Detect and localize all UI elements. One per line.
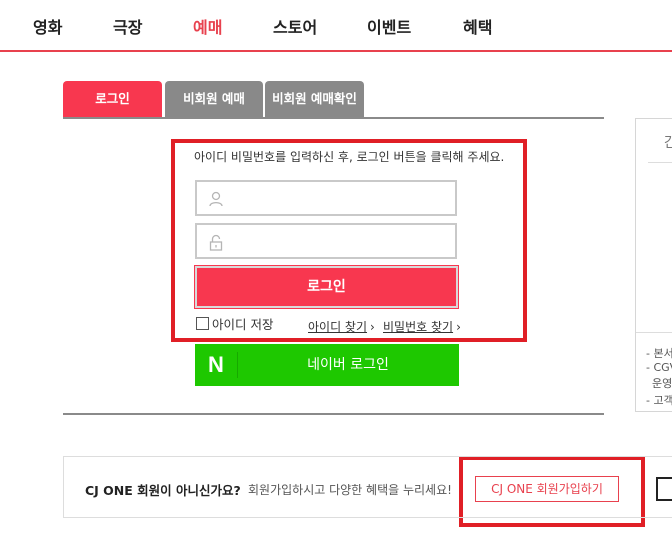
side-panel-inner-divider	[636, 332, 672, 333]
chevron-right-icon: ›	[456, 320, 461, 334]
naver-login-label: 네이버 로그인	[307, 357, 389, 373]
tab-nonmember-booking[interactable]: 비회원 예매	[165, 81, 263, 117]
cjone-description: 회원가입하시고 다양한 혜택을 누리세요!	[248, 483, 452, 497]
id-field[interactable]	[195, 180, 457, 216]
tab-divider	[63, 117, 604, 119]
nav-theater[interactable]: 극장	[113, 14, 142, 38]
nav-benefits[interactable]: 혜택	[463, 14, 492, 38]
side-panel-item: - 고객	[646, 394, 672, 407]
id-input[interactable]	[231, 188, 445, 210]
side-panel-item: 운영	[652, 377, 672, 390]
section-divider	[63, 413, 604, 415]
side-panel-item: - CGV	[646, 361, 672, 374]
login-instruction: 아이디 비밀번호를 입력하신 후, 로그인 버튼을 클릭해 주세요.	[194, 150, 505, 164]
remember-id-checkbox[interactable]	[196, 317, 209, 330]
find-id-link[interactable]: 아이디 찾기 ›	[308, 318, 375, 335]
tab-nonmember-check[interactable]: 비회원 예매확인	[265, 81, 364, 117]
user-icon	[209, 191, 223, 207]
side-panel-divider	[648, 162, 672, 163]
naver-logo-icon: N	[208, 352, 224, 377]
password-field[interactable]	[195, 223, 457, 259]
main-nav: 영화 극장 예매 스토어 이벤트 혜택	[0, 0, 672, 52]
cjone-signup-button[interactable]: CJ ONE 회원가입하기	[475, 476, 619, 502]
nav-movie[interactable]: 영화	[33, 14, 62, 38]
password-input[interactable]	[231, 231, 445, 253]
nav-event[interactable]: 이벤트	[367, 14, 411, 38]
cjone-question: CJ ONE 회원이 아니신가요?	[85, 483, 241, 498]
side-panel-item: - 본서	[646, 347, 672, 360]
cutoff-button[interactable]	[656, 477, 672, 501]
find-id-label: 아이디 찾기	[308, 320, 368, 334]
find-password-link[interactable]: 비밀번호 찾기 ›	[383, 318, 461, 335]
nav-ticketing[interactable]: 예매	[193, 14, 222, 38]
nav-store[interactable]: 스토어	[273, 14, 317, 38]
tab-login[interactable]: 로그인	[63, 81, 162, 117]
find-password-label: 비밀번호 찾기	[383, 320, 454, 334]
login-button[interactable]: 로그인	[194, 265, 459, 309]
remember-id[interactable]: 아이디 저장	[196, 314, 273, 333]
lock-icon	[209, 234, 223, 251]
remember-id-label: 아이디 저장	[212, 317, 274, 332]
naver-login-button[interactable]: N 네이버 로그인	[195, 344, 459, 386]
side-panel-title: 간	[664, 135, 672, 151]
chevron-right-icon: ›	[370, 320, 375, 334]
